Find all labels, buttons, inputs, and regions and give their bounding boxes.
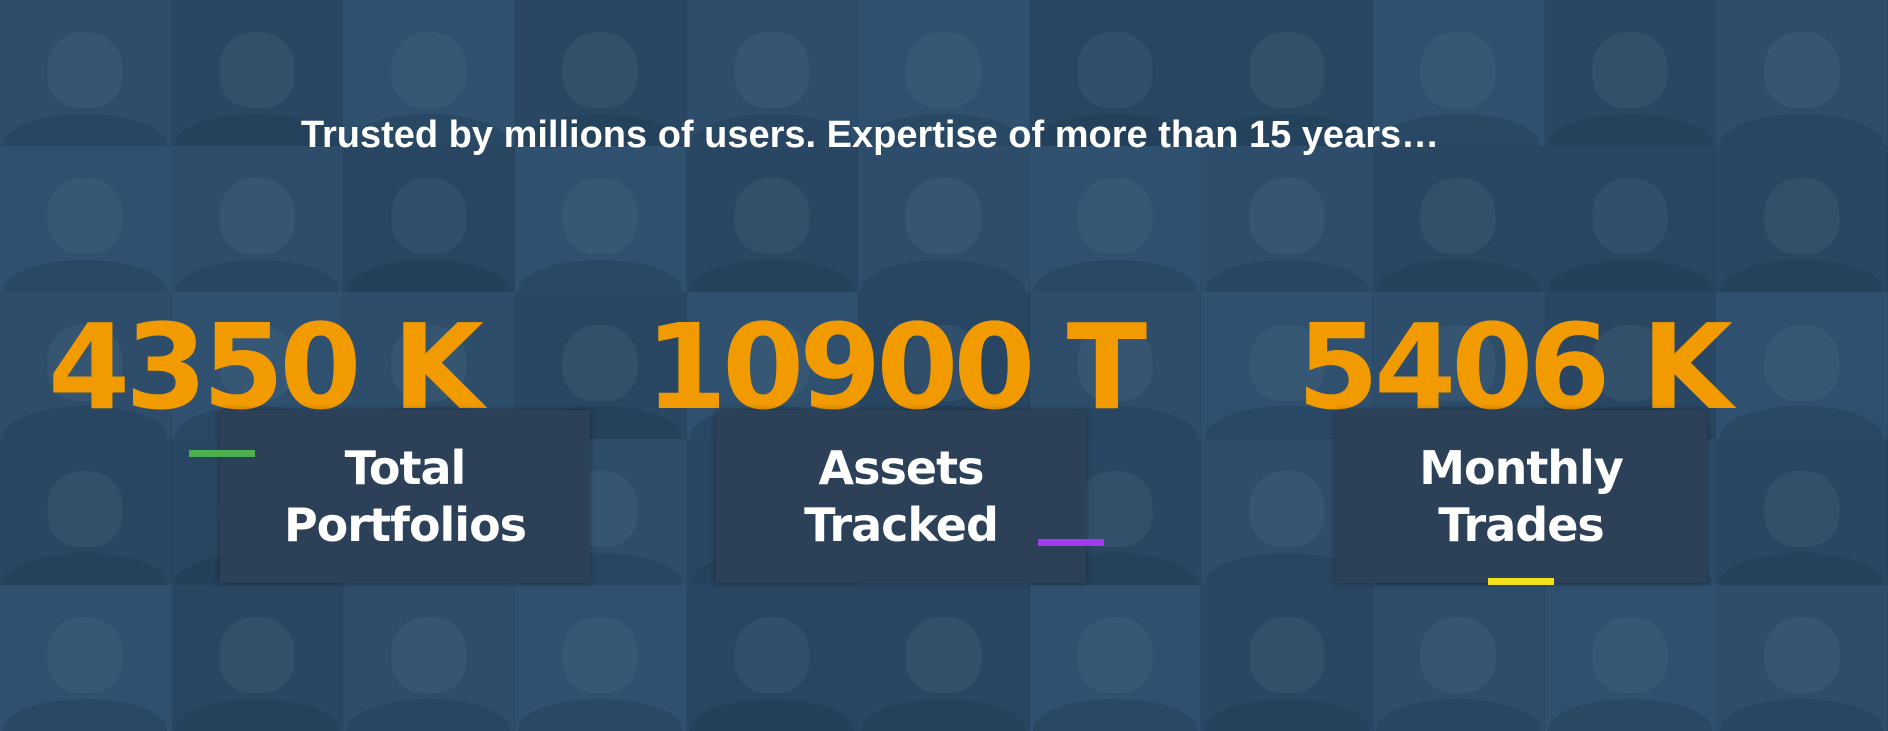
stat-number-monthly-trades: 5406 K — [1297, 298, 1733, 436]
stat-box-monthly-trades: Monthly Trades — [1335, 410, 1707, 583]
stat-label-monthly-trades: Monthly Trades — [1419, 440, 1624, 552]
accent-bar-green — [189, 450, 255, 457]
stats-section: Trusted by millions of users. Expertise … — [0, 0, 1888, 731]
accent-bar-yellow — [1488, 578, 1554, 585]
stat-number-total-portfolios: 4350 K — [48, 298, 484, 436]
stat-label-total-portfolios: Total Portfolios — [283, 440, 527, 552]
section-headline: Trusted by millions of users. Expertise … — [300, 114, 1440, 156]
stat-number-assets-tracked: 10900 T — [645, 298, 1147, 436]
stat-label-assets-tracked: Assets Tracked — [804, 440, 999, 552]
accent-bar-purple — [1038, 539, 1104, 546]
stat-box-assets-tracked: Assets Tracked — [716, 410, 1086, 583]
stat-box-total-portfolios: Total Portfolios — [220, 410, 590, 583]
